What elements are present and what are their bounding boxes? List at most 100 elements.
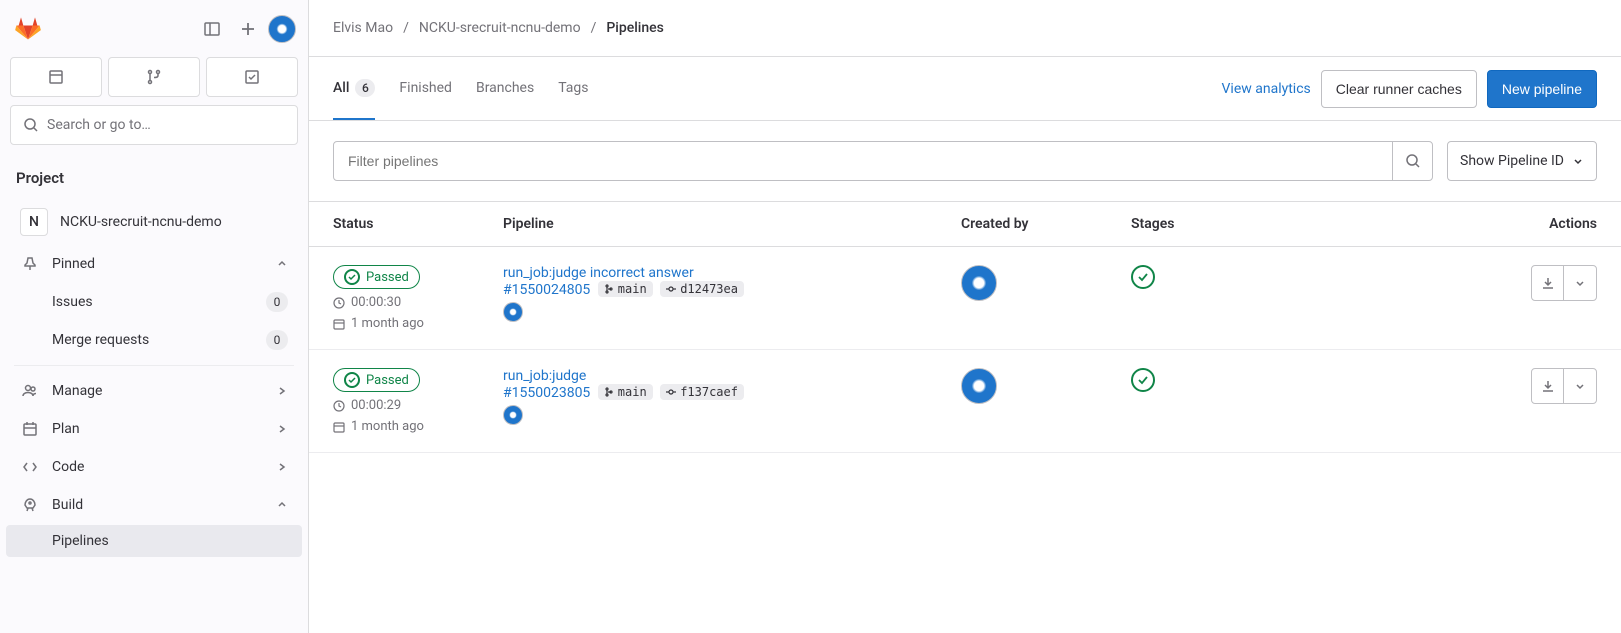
th-status: Status: [309, 202, 479, 247]
sidebar-item-manage[interactable]: Manage: [6, 373, 302, 409]
creator-avatar[interactable]: [961, 265, 997, 301]
check-icon: [344, 372, 360, 388]
stage-passed-icon[interactable]: [1131, 265, 1155, 289]
tab-finished-label: Finished: [399, 80, 452, 96]
tab-all[interactable]: All 6: [333, 57, 375, 120]
tab-branches[interactable]: Branches: [476, 57, 534, 120]
clear-caches-button[interactable]: Clear runner caches: [1321, 70, 1477, 108]
sidebar-item-code[interactable]: Code: [6, 449, 302, 485]
search-icon: [23, 117, 39, 133]
chevron-down-icon[interactable]: [1564, 266, 1596, 300]
branch-name: main: [618, 385, 647, 399]
branch-icon: [604, 284, 614, 294]
new-pipeline-button[interactable]: New pipeline: [1487, 70, 1597, 108]
age: 1 month ago: [351, 316, 424, 331]
filter-input-field[interactable]: [334, 142, 1392, 180]
branch-pill[interactable]: main: [598, 281, 653, 297]
chevron-up-icon: [276, 258, 288, 270]
sidebar-item-pipelines[interactable]: Pipelines: [6, 525, 302, 557]
filter-search-button[interactable]: [1392, 142, 1432, 180]
dropdown-label: Show Pipeline ID: [1460, 153, 1564, 169]
tab-all-count: 6: [355, 79, 375, 97]
sidebar-item-project[interactable]: N NCKU-srecruit-ncnu-demo: [6, 200, 302, 244]
stage-passed-icon[interactable]: [1131, 368, 1155, 392]
sidebar-item-pinned[interactable]: Pinned: [6, 246, 302, 282]
breadcrumb: Elvis Mao / NCKU-srecruit-ncnu-demo / Pi…: [309, 0, 1621, 57]
download-icon[interactable]: [1532, 369, 1564, 403]
sidebar-collapse-icon[interactable]: [196, 13, 228, 45]
download-icon[interactable]: [1532, 266, 1564, 300]
duration: 00:00:29: [351, 398, 401, 413]
commit-pill[interactable]: d12473ea: [660, 281, 744, 297]
status-badge[interactable]: Passed: [333, 368, 420, 392]
manage-label: Manage: [52, 383, 264, 399]
branch-pill[interactable]: main: [598, 384, 653, 400]
sidebar-item-issues[interactable]: Issues 0: [6, 284, 302, 320]
th-created-by: Created by: [937, 202, 1107, 247]
branch-name: main: [618, 282, 647, 296]
creator-avatar[interactable]: [961, 368, 997, 404]
download-artifacts-button[interactable]: [1531, 265, 1597, 301]
filter-pipelines-input[interactable]: [333, 141, 1433, 181]
gitlab-logo[interactable]: [12, 13, 44, 45]
build-label: Build: [52, 497, 264, 513]
code-icon: [20, 457, 40, 477]
download-artifacts-button[interactable]: [1531, 368, 1597, 404]
project-letter-icon: N: [20, 208, 48, 236]
th-actions: Actions: [1507, 202, 1621, 247]
duration: 00:00:30: [351, 295, 401, 310]
nav-merge-icon[interactable]: [108, 57, 200, 97]
breadcrumb-current: Pipelines: [606, 20, 664, 36]
pinned-label: Pinned: [52, 256, 264, 272]
breadcrumb-owner[interactable]: Elvis Mao: [333, 20, 393, 36]
check-icon: [344, 269, 360, 285]
author-avatar[interactable]: [503, 302, 523, 322]
table-row: Passed 00:00:29 1 month ago run_job:judg…: [309, 350, 1621, 453]
search-placeholder: Search or go to…: [47, 117, 151, 133]
nav-todo-icon[interactable]: [206, 57, 298, 97]
issues-count: 0: [266, 292, 288, 312]
chevron-down-icon: [1572, 155, 1584, 167]
plan-icon: [20, 419, 40, 439]
tab-tags[interactable]: Tags: [558, 57, 588, 120]
clock-icon: [333, 400, 345, 412]
rocket-icon: [20, 495, 40, 515]
pipeline-id[interactable]: #1550023805: [503, 385, 590, 401]
status-badge[interactable]: Passed: [333, 265, 420, 289]
search-icon: [1405, 153, 1421, 169]
sidebar-item-merge-requests[interactable]: Merge requests 0: [6, 322, 302, 358]
create-new-icon[interactable]: [232, 13, 264, 45]
tab-all-label: All: [333, 80, 349, 96]
author-avatar[interactable]: [503, 405, 523, 425]
tab-branches-label: Branches: [476, 80, 534, 96]
chevron-right-icon: [276, 461, 288, 473]
merge-count: 0: [266, 330, 288, 350]
pipeline-title[interactable]: run_job:judge: [503, 368, 586, 384]
commit-pill[interactable]: f137caef: [660, 384, 744, 400]
pipeline-title[interactable]: run_job:judge incorrect answer: [503, 265, 694, 281]
tab-finished[interactable]: Finished: [399, 57, 452, 120]
calendar-icon: [333, 421, 345, 433]
chevron-down-icon[interactable]: [1564, 369, 1596, 403]
breadcrumb-repo[interactable]: NCKU-srecruit-ncnu-demo: [419, 20, 581, 36]
table-row: Passed 00:00:30 1 month ago run_job:judg…: [309, 247, 1621, 350]
commit-sha: d12473ea: [680, 282, 738, 296]
status-text: Passed: [366, 373, 409, 388]
pipelines-label: Pipelines: [52, 533, 288, 549]
show-pipeline-id-dropdown[interactable]: Show Pipeline ID: [1447, 141, 1597, 181]
commit-icon: [666, 387, 676, 397]
user-avatar[interactable]: [268, 15, 296, 43]
branch-icon: [604, 387, 614, 397]
th-stages: Stages: [1107, 202, 1507, 247]
chevron-up-icon: [276, 499, 288, 511]
chevron-right-icon: [276, 423, 288, 435]
pipeline-id[interactable]: #1550024805: [503, 282, 590, 298]
nav-project-icon[interactable]: [10, 57, 102, 97]
view-analytics-link[interactable]: View analytics: [1222, 81, 1311, 97]
search-input[interactable]: Search or go to…: [10, 105, 298, 145]
sidebar-item-build[interactable]: Build: [6, 487, 302, 523]
project-section-title: Project: [0, 157, 308, 199]
sidebar-item-plan[interactable]: Plan: [6, 411, 302, 447]
plan-label: Plan: [52, 421, 264, 437]
th-pipeline: Pipeline: [479, 202, 937, 247]
